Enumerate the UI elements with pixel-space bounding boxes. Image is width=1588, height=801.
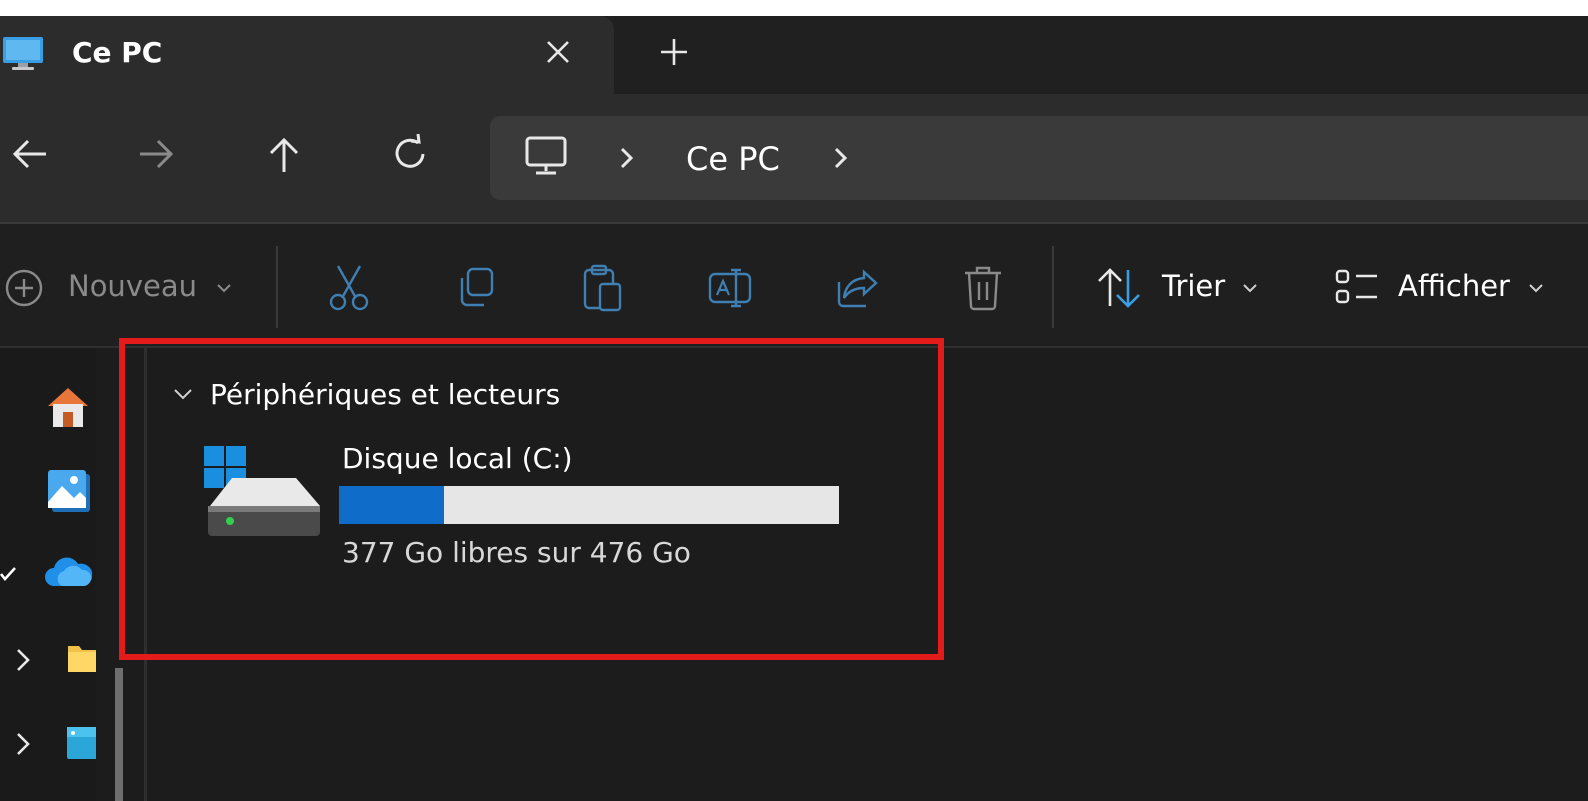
onedrive-cloud-icon[interactable] (44, 554, 93, 594)
plus-circle-icon (5, 269, 43, 307)
copy-icon[interactable] (454, 266, 498, 314)
desktop-folder-icon[interactable] (66, 726, 98, 764)
chevron-down-icon (1529, 284, 1543, 293)
delete-trash-icon[interactable] (962, 264, 1004, 316)
home-icon[interactable] (44, 384, 92, 434)
monitor-icon (2, 36, 44, 76)
top-strip (0, 0, 1588, 16)
sort-label: Trier (1162, 269, 1226, 303)
chevron-down-icon (1243, 284, 1257, 293)
tab-ce-pc[interactable]: Ce PC (0, 16, 614, 94)
rename-icon[interactable] (708, 266, 754, 314)
tab-bar: Ce PC (0, 16, 1588, 94)
chevron-down-icon (217, 284, 231, 293)
forward-arrow-icon[interactable] (134, 132, 178, 176)
navigation-bar: Ce PC (0, 94, 1588, 224)
cut-scissors-icon[interactable] (328, 264, 370, 316)
scrollbar-thumb[interactable] (115, 668, 123, 801)
highlight-box (119, 338, 944, 660)
breadcrumb-ce-pc[interactable]: Ce PC (686, 140, 780, 178)
expand-chevron-icon[interactable] (12, 730, 34, 758)
sync-check-icon (0, 567, 16, 582)
expand-chevron-icon[interactable] (12, 646, 34, 674)
up-arrow-icon[interactable] (262, 132, 306, 176)
refresh-icon[interactable] (388, 132, 432, 176)
paste-clipboard-icon[interactable] (582, 264, 624, 316)
gallery-icon[interactable] (46, 468, 92, 518)
new-label: Nouveau (68, 269, 197, 303)
toolbar-divider (276, 246, 278, 328)
pc-icon (524, 134, 568, 182)
breadcrumb-chevron-icon[interactable] (616, 144, 638, 172)
new-tab-plus-icon[interactable] (656, 34, 692, 70)
breadcrumb-chevron-icon[interactable] (830, 144, 852, 172)
view-label: Afficher (1398, 269, 1510, 303)
share-icon[interactable] (836, 268, 880, 312)
view-layout-icon (1335, 269, 1377, 304)
sort-arrows-icon (1098, 268, 1140, 308)
command-bar: Nouveau Trier Afficher (0, 224, 1588, 348)
tab-title: Ce PC (72, 36, 163, 69)
folder-icon[interactable] (66, 642, 100, 678)
navigation-pane (0, 348, 98, 801)
close-icon[interactable] (540, 34, 576, 70)
address-bar[interactable]: Ce PC (490, 116, 1588, 200)
back-arrow-icon[interactable] (8, 132, 52, 176)
toolbar-divider (1052, 246, 1054, 328)
